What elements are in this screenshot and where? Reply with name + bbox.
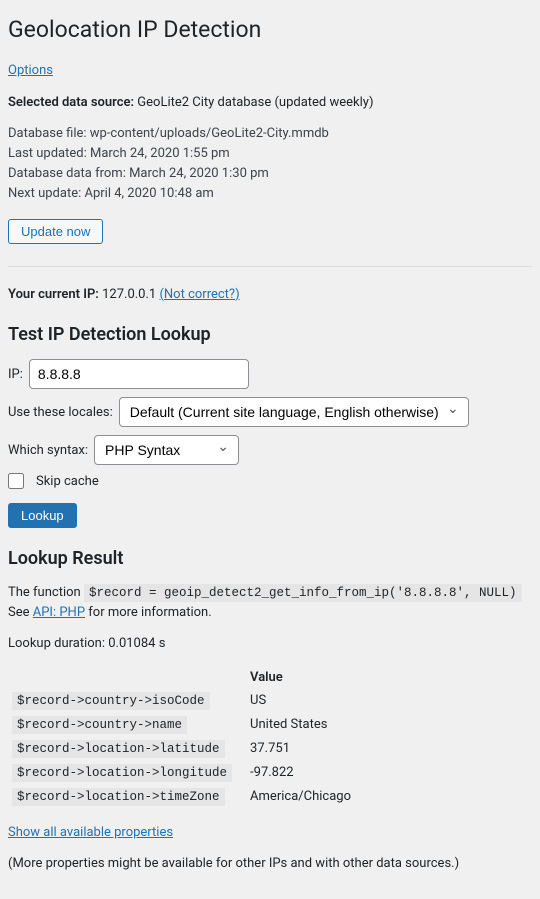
result-key: $record->country->name — [12, 716, 187, 734]
divider — [8, 266, 532, 267]
result-value: United States — [246, 713, 365, 737]
result-key: $record->country->isoCode — [12, 692, 210, 710]
datasource-label: Selected data source: — [8, 95, 134, 110]
result-key: $record->location->latitude — [12, 740, 225, 758]
update-now-button[interactable]: Update now — [8, 219, 103, 244]
datasource-info: Database file: wp-content/uploads/GeoLit… — [8, 124, 532, 205]
db-file: Database file: wp-content/uploads/GeoLit… — [8, 124, 532, 144]
table-row: $record->location->longitude -97.822 — [8, 761, 365, 785]
page-title: Geolocation IP Detection — [8, 16, 532, 43]
lookup-duration: Lookup duration: 0.01084 s — [8, 634, 532, 654]
syntax-label: Which syntax: — [8, 443, 88, 458]
show-all-link[interactable]: Show all available properties — [8, 825, 173, 840]
function-code: $record = geoip_detect2_get_info_from_ip… — [84, 584, 522, 602]
table-row: $record->location->latitude 37.751 — [8, 737, 365, 761]
lookup-button[interactable]: Lookup — [8, 503, 77, 528]
see-prefix: See — [8, 605, 30, 620]
skip-cache-checkbox[interactable] — [8, 473, 24, 489]
db-next-update: Next update: April 4, 2020 10:48 am — [8, 184, 532, 204]
syntax-select[interactable]: PHP Syntax — [94, 435, 239, 465]
value-header: Value — [246, 666, 365, 689]
current-ip-value: 127.0.0.1 — [102, 287, 156, 302]
not-correct-link[interactable]: (Not correct?) — [159, 287, 239, 302]
locales-label: Use these locales: — [8, 405, 113, 420]
current-ip-label: Your current IP: — [8, 287, 99, 302]
api-link[interactable]: API: PHP — [33, 605, 85, 620]
result-value: 37.751 — [246, 737, 365, 761]
see-suffix: for more information. — [88, 605, 211, 620]
lookup-form-heading: Test IP Detection Lookup — [8, 324, 532, 345]
result-value: -97.822 — [246, 761, 365, 785]
options-link[interactable]: Options — [8, 63, 53, 78]
more-note: (More properties might be available for … — [8, 854, 532, 874]
datasource-value: GeoLite2 City database (updated weekly) — [137, 95, 373, 110]
ip-label: IP: — [8, 367, 23, 382]
locales-select[interactable]: Default (Current site language, English … — [119, 397, 469, 427]
db-data-from: Database data from: March 24, 2020 1:30 … — [8, 164, 532, 184]
result-value: US — [246, 689, 365, 713]
table-row: $record->location->timeZone America/Chica… — [8, 785, 365, 809]
table-row: $record->country->isoCode US — [8, 689, 365, 713]
table-row: $record->country->name United States — [8, 713, 365, 737]
skip-cache-label: Skip cache — [36, 474, 99, 489]
result-heading: Lookup Result — [8, 548, 532, 569]
db-last-updated: Last updated: March 24, 2020 1:55 pm — [8, 144, 532, 164]
result-key: $record->location->longitude — [12, 764, 232, 782]
result-table: Value $record->country->isoCodeUS$record… — [8, 666, 365, 809]
result-key: $record->location->timeZone — [12, 788, 225, 806]
ip-input[interactable] — [29, 359, 249, 389]
result-value: America/Chicago — [246, 785, 365, 809]
function-prefix: The function — [8, 585, 81, 600]
